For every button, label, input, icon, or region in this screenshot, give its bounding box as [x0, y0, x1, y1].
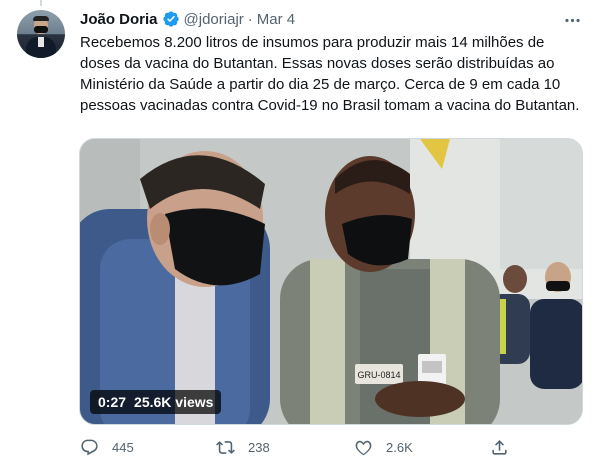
retweet-count: 238 [248, 439, 270, 455]
share-icon [490, 438, 509, 457]
meta-separator: · [247, 10, 253, 28]
more-dots-icon[interactable] [560, 8, 584, 32]
tweet-header: João Doria @jdoriajr · Mar 4 [80, 9, 295, 29]
heart-icon [354, 438, 373, 457]
reply-button[interactable]: 445 [80, 432, 134, 462]
reply-icon [80, 438, 99, 457]
retweet-icon [216, 438, 235, 457]
verified-badge-icon [162, 10, 180, 28]
avatar-hair [33, 16, 49, 21]
video-views: 25.6K views [134, 394, 214, 410]
vest-badge-text: GRU-0814 [357, 370, 400, 380]
tweet-text: Recebemos 8.200 litros de insumos para p… [80, 34, 580, 114]
like-count: 2.6K [386, 439, 413, 455]
tweet-actions: 445 238 2.6K [80, 432, 585, 462]
retweet-button[interactable]: 238 [216, 432, 270, 462]
avatar-shirt [38, 37, 44, 47]
author-handle[interactable]: @jdoriajr [184, 11, 244, 28]
tweet-timestamp[interactable]: Mar 4 [257, 11, 295, 28]
share-button[interactable] [490, 432, 509, 462]
reply-count: 445 [112, 439, 134, 455]
thread-line [40, 0, 42, 6]
author-name[interactable]: João Doria [80, 11, 158, 28]
video-frame: GRU-0814 [80, 139, 582, 424]
avatar-mask [34, 26, 48, 33]
video-duration: 0:27 [98, 394, 127, 410]
like-button[interactable]: 2.6K [354, 432, 413, 462]
video-player[interactable]: GRU-0814 0:27 25.6K views [79, 138, 583, 425]
author-avatar[interactable] [17, 10, 65, 58]
video-stats-badge: 0:27 25.6K views [90, 390, 222, 414]
